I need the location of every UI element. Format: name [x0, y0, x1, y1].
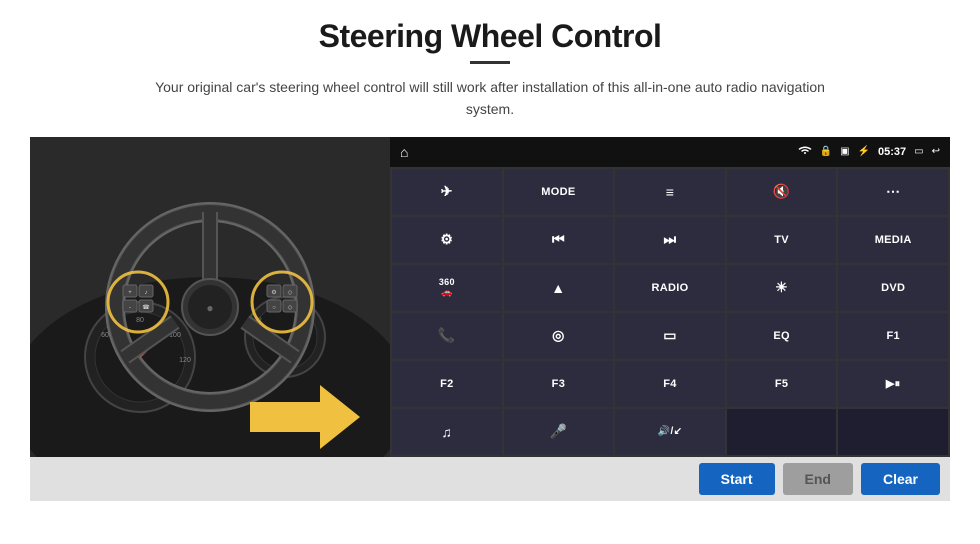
grid-btn-f2[interactable]: F2 [392, 361, 502, 407]
bluetooth-icon: ⚡ [858, 146, 870, 157]
grid-btn-f4[interactable]: F4 [615, 361, 725, 407]
status-bar-right: 🔒 ▣ ⚡ 05:37 ▭ ↩ [798, 145, 940, 158]
grid-btn-mute[interactable]: 🔇 [727, 169, 837, 215]
grid-btn-apps[interactable]: ⋯ [838, 169, 948, 215]
status-bar: ⌂ 🔒 ▣ ⚡ 05:37 ▭ ↩ [390, 137, 950, 167]
android-panel: ⌂ 🔒 ▣ ⚡ 05:37 ▭ ↩ ✈ MODE [390, 137, 950, 457]
back-icon: ↩ [932, 146, 940, 157]
grid-btn-screen[interactable]: ▭ [615, 313, 725, 359]
grid-btn-empty2 [838, 409, 948, 455]
grid-btn-mode[interactable]: MODE [504, 169, 614, 215]
grid-btn-empty1 [727, 409, 837, 455]
svg-text:○: ○ [272, 305, 276, 311]
grid-btn-360[interactable]: 360🚗 [392, 265, 502, 311]
start-button[interactable]: Start [699, 463, 775, 495]
end-button[interactable]: End [783, 463, 853, 495]
grid-btn-radio[interactable]: RADIO [615, 265, 725, 311]
svg-text:120: 120 [179, 357, 191, 364]
svg-text:☎: ☎ [142, 304, 150, 311]
grid-btn-phone[interactable]: 📞 [392, 313, 502, 359]
time-display: 05:37 [878, 146, 906, 158]
grid-btn-f5[interactable]: F5 [727, 361, 837, 407]
grid-btn-mic[interactable]: 🎤 [504, 409, 614, 455]
page-subtitle: Your original car's steering wheel contr… [140, 76, 840, 121]
grid-btn-f1[interactable]: F1 [838, 313, 948, 359]
status-bar-left: ⌂ [400, 144, 408, 160]
grid-btn-playpause[interactable]: ▶⏸ [838, 361, 948, 407]
svg-text:◇: ◇ [288, 305, 293, 311]
page-container: Steering Wheel Control Your original car… [0, 0, 980, 544]
steering-wheel-image: 80 100 120 60 3 4 2 [30, 137, 390, 457]
grid-btn-f3[interactable]: F3 [504, 361, 614, 407]
button-grid: ✈ MODE ≡ 🔇 ⋯ ⚙ ⏮ ⏭ TV MEDIA 360🚗 ▲ RADIO… [390, 167, 950, 457]
svg-text:80: 80 [136, 317, 144, 324]
svg-text:-: - [129, 305, 131, 311]
svg-text:⚙: ⚙ [271, 289, 276, 296]
grid-btn-prev[interactable]: ⏮ [504, 217, 614, 263]
grid-btn-eq[interactable]: EQ [727, 313, 837, 359]
grid-btn-settings[interactable]: ⚙ [392, 217, 502, 263]
home-icon: ⌂ [400, 144, 408, 160]
title-divider [470, 61, 510, 64]
sim-icon: ▣ [840, 146, 849, 157]
content-row: 80 100 120 60 3 4 2 [30, 137, 950, 457]
svg-text:+: + [128, 290, 132, 296]
grid-btn-music[interactable]: ♫ [392, 409, 502, 455]
grid-btn-next[interactable]: ⏭ [615, 217, 725, 263]
grid-btn-media[interactable]: MEDIA [838, 217, 948, 263]
svg-text:●: ● [206, 301, 213, 315]
svg-text:♪: ♪ [145, 290, 148, 296]
grid-btn-eject[interactable]: ▲ [504, 265, 614, 311]
grid-btn-brightness[interactable]: ☀ [727, 265, 837, 311]
wifi-icon [798, 145, 812, 158]
grid-btn-tv[interactable]: TV [727, 217, 837, 263]
cast-icon: ▭ [914, 146, 923, 157]
grid-btn-nav[interactable]: ✈ [392, 169, 502, 215]
grid-btn-nav2[interactable]: ◎ [504, 313, 614, 359]
svg-text:60: 60 [101, 332, 109, 339]
grid-btn-vol-call[interactable]: 🔊/↙ [615, 409, 725, 455]
svg-text:◇: ◇ [288, 290, 293, 296]
bottom-bar: Start End Clear [30, 457, 950, 501]
grid-btn-menu[interactable]: ≡ [615, 169, 725, 215]
grid-btn-dvd[interactable]: DVD [838, 265, 948, 311]
lock-icon: 🔒 [820, 146, 832, 157]
page-title: Steering Wheel Control [319, 18, 662, 55]
clear-button[interactable]: Clear [861, 463, 940, 495]
